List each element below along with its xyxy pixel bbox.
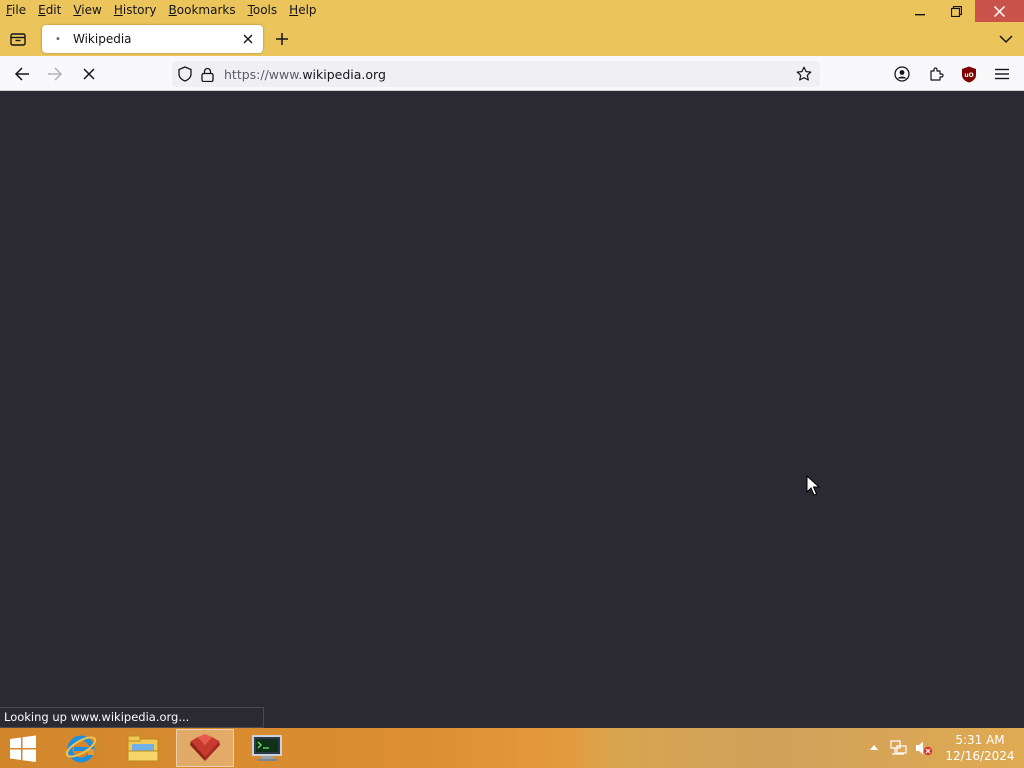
menu-help-label: elp — [298, 3, 317, 17]
windows-logo-icon — [10, 735, 36, 762]
app-menu-button[interactable] — [988, 60, 1016, 88]
taskbar-firefox[interactable] — [176, 729, 234, 767]
menu-tools[interactable]: Tools — [242, 0, 284, 22]
volume-muted-icon — [916, 741, 933, 756]
status-panel: Looking up www.wikipedia.org... — [0, 707, 264, 728]
hamburger-menu-icon — [995, 68, 1009, 80]
new-tab-button[interactable] — [270, 28, 294, 50]
menu-help[interactable]: Help — [283, 0, 322, 22]
menu-help-accesskey: H — [289, 3, 299, 17]
url-scheme: https://www. — [224, 66, 303, 82]
network-icon — [890, 740, 907, 755]
menu-bookmarks[interactable]: Bookmarks — [163, 0, 242, 22]
svg-text:uO: uO — [964, 72, 973, 79]
mouse-cursor-icon — [806, 475, 820, 496]
menu-file[interactable]: File — [0, 0, 32, 22]
clock-time: 5:31 AM — [955, 733, 1005, 747]
restore-button[interactable] — [938, 0, 975, 22]
menu-history-accesskey: H — [113, 3, 123, 17]
minimize-icon — [914, 14, 925, 16]
browser-app-icon — [190, 734, 220, 761]
menu-edit-label: dit — [45, 3, 62, 17]
taskbar-terminal[interactable] — [238, 729, 296, 767]
close-tab-button[interactable] — [238, 29, 258, 49]
tab-overflow-button[interactable] — [994, 28, 1018, 50]
folder-icon — [127, 735, 159, 762]
taskbar-file-explorer[interactable] — [114, 729, 172, 767]
system-tray: 5:31 AM 12/16/2024 — [863, 728, 1024, 768]
menu-tools-label: ools — [252, 3, 278, 17]
account-icon — [894, 66, 910, 82]
forward-arrow-icon — [48, 67, 63, 81]
plus-icon — [276, 33, 288, 45]
terminal-icon — [252, 735, 282, 761]
internet-explorer-icon — [65, 735, 97, 763]
tab-title: Wikipedia — [73, 32, 132, 46]
account-button[interactable] — [888, 60, 916, 88]
menu-bookmarks-label: ookmarks — [176, 3, 236, 17]
ublock-origin-button[interactable]: uO — [955, 60, 983, 88]
url-text: https://www.wikipedia.org — [224, 67, 386, 82]
stop-button[interactable] — [75, 60, 103, 88]
menu-view-label: iew — [81, 3, 102, 17]
taskbar-internet-explorer[interactable] — [52, 729, 110, 767]
tab-wikipedia[interactable]: • Wikipedia — [42, 25, 263, 53]
restore-icon — [951, 5, 962, 17]
menu-bookmarks-accesskey: B — [168, 3, 177, 17]
tab-loading-icon: • — [55, 33, 61, 45]
url-host: wikipedia.org — [302, 66, 386, 82]
start-button[interactable] — [6, 733, 40, 765]
network-tray-button[interactable] — [888, 737, 910, 759]
close-icon — [994, 5, 1005, 17]
back-button[interactable] — [8, 60, 36, 88]
menu-history-label: istory — [122, 3, 157, 17]
clock-date: 12/16/2024 — [945, 749, 1015, 763]
volume-tray-button[interactable] — [913, 737, 935, 759]
window-controls — [901, 0, 1024, 22]
close-icon — [243, 34, 253, 44]
page-content[interactable] — [0, 91, 1024, 728]
menu-edit[interactable]: Edit — [32, 0, 67, 22]
taskbar-clock[interactable]: 5:31 AM 12/16/2024 — [942, 732, 1018, 764]
tab-strip: • Wikipedia — [0, 22, 1024, 56]
tab-list-icon — [10, 33, 26, 46]
menu-bar: File Edit View History Bookmarks Tools H… — [0, 0, 1024, 22]
close-window-button[interactable] — [975, 0, 1024, 22]
show-hidden-icons-button[interactable] — [863, 737, 885, 759]
menu-file-label: ile — [12, 3, 27, 17]
menu-edit-accesskey: E — [38, 3, 46, 17]
menu-view[interactable]: View — [67, 0, 107, 22]
bookmark-star-button[interactable] — [792, 61, 816, 87]
lock-icon[interactable] — [196, 61, 218, 87]
tracking-shield-icon[interactable] — [174, 61, 196, 87]
puzzle-icon — [930, 67, 944, 81]
stop-icon — [83, 68, 95, 80]
star-icon — [796, 66, 812, 81]
list-all-tabs-button[interactable] — [6, 28, 30, 50]
url-bar[interactable]: https://www.wikipedia.org — [172, 61, 820, 87]
minimize-button[interactable] — [901, 0, 938, 22]
menu-history[interactable]: History — [108, 0, 163, 22]
chevron-down-icon — [999, 35, 1013, 44]
forward-button[interactable] — [41, 60, 69, 88]
extensions-button[interactable] — [922, 60, 950, 88]
taskbar: 5:31 AM 12/16/2024 — [0, 728, 1024, 768]
ublock-origin-icon: uO — [962, 66, 976, 82]
back-arrow-icon — [14, 67, 29, 81]
chevron-up-icon — [870, 745, 878, 750]
navigation-toolbar: https://www.wikipedia.org uO — [0, 56, 1024, 91]
